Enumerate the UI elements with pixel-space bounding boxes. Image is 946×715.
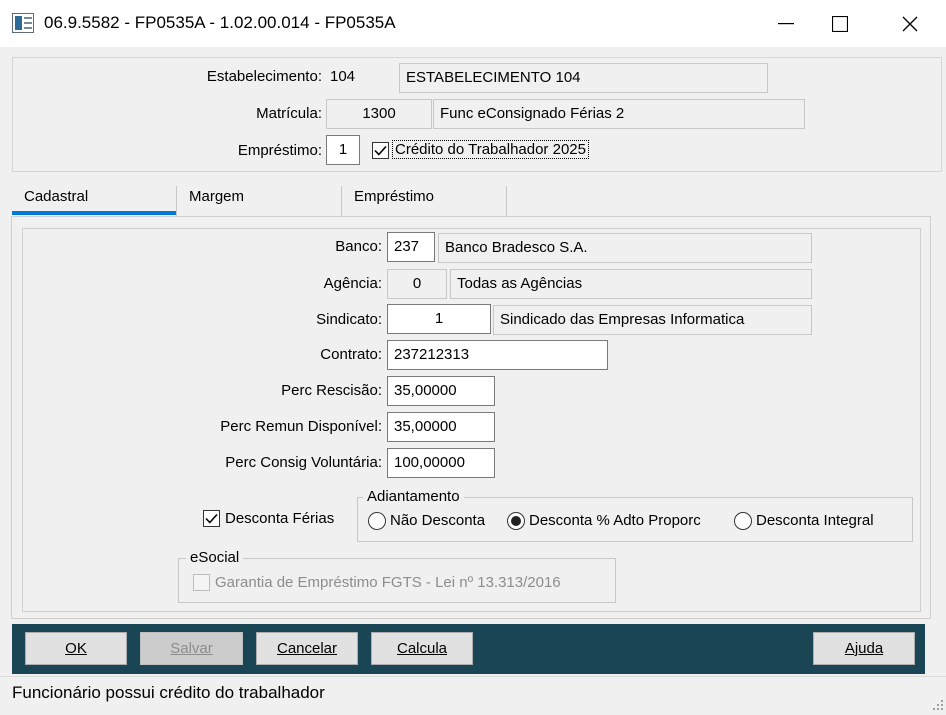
estabelecimento-code: 104 [330, 68, 356, 85]
emprestimo-field[interactable]: 1 [326, 135, 360, 165]
active-tab-indicator [12, 211, 176, 215]
window-title: 06.9.5582 - FP0535A - 1.02.00.014 - FP05… [44, 13, 396, 32]
radio-selected-dot [511, 516, 521, 526]
banco-name-field: Banco Bradesco S.A. [438, 233, 812, 263]
banco-code-input[interactable]: 237 [387, 232, 435, 262]
close-icon [902, 16, 918, 31]
sindicato-code-input[interactable]: 1 [387, 304, 491, 334]
checkmark-icon [374, 145, 387, 156]
credito-trabalhador-label[interactable]: Crédito do Trabalhador 2025 [392, 140, 589, 159]
cancelar-button-label: Cancelar [276, 640, 338, 657]
app-form-icon [12, 13, 34, 33]
perc-rescisao-label: Perc Rescisão: [281, 382, 382, 399]
esocial-legend: eSocial [186, 549, 244, 566]
estabelecimento-name-field: ESTABELECIMENTO 104 [399, 63, 768, 93]
radio-desconta-adto-proporc-label[interactable]: Desconta % Adto Proporc [529, 512, 701, 529]
matricula-name-field: Func eConsignado Férias 2 [433, 99, 805, 129]
resize-grip-icon[interactable] [932, 698, 944, 710]
desconta-ferias-checkbox[interactable] [203, 510, 220, 527]
agencia-label: Agência: [323, 275, 382, 292]
checkmark-icon [205, 513, 218, 524]
sindicato-label: Sindicato: [316, 311, 382, 328]
calcula-button-label: Calcula [396, 640, 448, 657]
sindicato-name-field: Sindicado das Empresas Informatica [493, 305, 812, 335]
perc-rescisao-input[interactable]: 35,00000 [387, 376, 495, 406]
contrato-label: Contrato: [320, 346, 382, 363]
matricula-code-field: 1300 [326, 99, 432, 129]
agencia-code-field: 0 [387, 269, 447, 299]
maximize-button[interactable] [806, 0, 874, 47]
calcula-button[interactable]: Calcula [371, 632, 473, 665]
perc-consig-label: Perc Consig Voluntária: [225, 454, 382, 471]
tab-emprestimo[interactable]: Empréstimo [342, 186, 506, 216]
desconta-ferias-label[interactable]: Desconta Férias [225, 510, 334, 527]
estabelecimento-label: Estabelecimento: [206, 68, 322, 85]
contrato-input[interactable]: 237212313 [387, 340, 608, 370]
ok-button[interactable]: OK [25, 632, 127, 665]
minimize-icon [778, 22, 794, 24]
maximize-icon [832, 15, 848, 32]
banco-label: Banco: [335, 238, 382, 255]
garantia-fgts-checkbox[interactable] [193, 574, 210, 591]
ajuda-button-label: Ajuda [844, 640, 884, 657]
radio-desconta-integral[interactable] [734, 512, 752, 530]
status-text: Funcionário possui crédito do trabalhado… [12, 683, 325, 702]
garantia-fgts-label[interactable]: Garantia de Empréstimo FGTS - Lei nº 13.… [215, 574, 561, 591]
ajuda-button[interactable]: Ajuda [813, 632, 915, 665]
radio-desconta-adto-proporc[interactable] [507, 512, 525, 530]
radio-nao-desconta[interactable] [368, 512, 386, 530]
ok-button-label: OK [65, 640, 87, 657]
perc-consig-input[interactable]: 100,00000 [387, 448, 495, 478]
close-button[interactable] [876, 0, 944, 47]
tab-separator [506, 186, 507, 216]
radio-desconta-integral-label[interactable]: Desconta Integral [756, 512, 874, 529]
tab-margem[interactable]: Margem [177, 186, 341, 216]
agencia-name-field: Todas as Agências [450, 269, 812, 299]
cancelar-button[interactable]: Cancelar [256, 632, 358, 665]
emprestimo-label: Empréstimo: [237, 142, 322, 159]
perc-remun-label: Perc Remun Disponível: [220, 418, 382, 435]
perc-remun-input[interactable]: 35,00000 [387, 412, 495, 442]
salvar-button-label: Salvar [170, 640, 213, 657]
adiantamento-legend: Adiantamento [363, 488, 464, 505]
salvar-button[interactable]: Salvar [140, 632, 243, 665]
radio-nao-desconta-label[interactable]: Não Desconta [390, 512, 485, 529]
credito-trabalhador-checkbox[interactable] [372, 142, 389, 159]
matricula-label: Matrícula: [256, 105, 322, 122]
